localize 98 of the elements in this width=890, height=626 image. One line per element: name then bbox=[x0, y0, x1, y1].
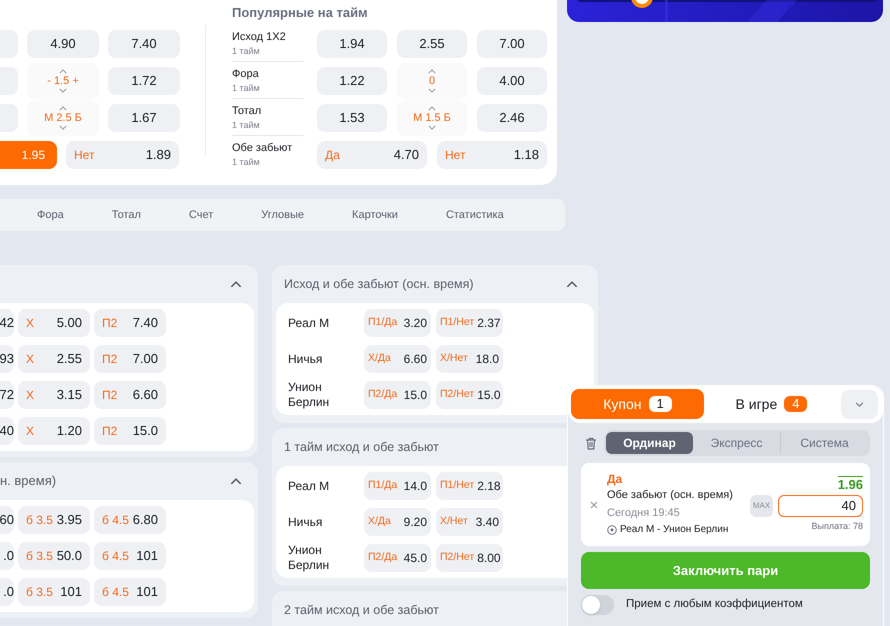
odds-button[interactable]: П2/Нет 8.00 bbox=[436, 544, 503, 572]
odds-button[interactable]: б 3.5 50.0 bbox=[18, 542, 90, 570]
market-name: Фора bbox=[232, 67, 260, 81]
odds-button[interactable]: Х/Да 9.20 bbox=[364, 508, 431, 536]
odds-button[interactable]: 4.00 bbox=[477, 66, 547, 94]
soccer-ball-icon bbox=[607, 524, 617, 534]
odds-button[interactable]: П2/Да 15.0 bbox=[364, 381, 431, 409]
odds-button[interactable]: X 2.55 bbox=[18, 345, 90, 373]
chevron-down-icon bbox=[855, 402, 864, 406]
odds-button[interactable]: П2 15.0 bbox=[94, 417, 166, 445]
panel-title: 1 тайм исход и обе забьют bbox=[284, 438, 439, 456]
payout-text: Выплата: 78 bbox=[812, 520, 863, 533]
team-name: Унион Берлин bbox=[288, 380, 330, 410]
chevron-up-icon bbox=[59, 106, 67, 111]
odds-button[interactable]: б 4.5 101 bbox=[94, 578, 166, 606]
odds-button[interactable]: .0 bbox=[0, 578, 14, 606]
odds-button[interactable]: 2.46 bbox=[477, 104, 547, 132]
toggle-switch[interactable] bbox=[581, 595, 614, 615]
odds-button[interactable]: б 4.5 101 bbox=[94, 542, 166, 570]
toggle-label: Прием с любым коэффициентом bbox=[626, 597, 803, 612]
team-name: Реал М bbox=[288, 316, 330, 330]
match-name: Реал М - Унион Берлин bbox=[620, 523, 728, 537]
team-name: Ничья bbox=[288, 514, 324, 530]
odds-button[interactable]: 4.90 bbox=[27, 30, 99, 58]
odds-button[interactable]: .0 bbox=[0, 542, 14, 570]
odds-button[interactable]: Да 4.70 bbox=[317, 140, 427, 168]
odds-button[interactable]: X 3.15 bbox=[18, 381, 90, 409]
market-name: Исход 1X2 bbox=[232, 30, 287, 44]
market-tab[interactable]: Карточки bbox=[352, 206, 398, 224]
chevron-up-icon bbox=[428, 68, 436, 74]
chevron-down-icon bbox=[59, 88, 67, 93]
close-icon bbox=[590, 500, 598, 508]
market-period: 1 тайм bbox=[232, 156, 261, 168]
odds-button[interactable]: П2/Да 45.0 bbox=[364, 544, 431, 572]
odds-button[interactable]: 60 bbox=[0, 506, 14, 534]
market-tab[interactable]: Фора bbox=[37, 206, 64, 224]
odds-button[interactable]: X 1.20 bbox=[18, 417, 90, 445]
odds-button[interactable]: Х/Да 6.60 bbox=[364, 345, 431, 373]
bet-type-tab[interactable]: Ординар bbox=[606, 432, 693, 454]
odds-button[interactable]: 1.72 bbox=[108, 67, 180, 95]
odds-button[interactable]: Х/Нет 3.40 bbox=[436, 508, 503, 536]
odds-button[interactable]: X 5.00 bbox=[18, 309, 90, 337]
odds-button[interactable]: 1.53 bbox=[317, 104, 387, 132]
odds-button[interactable]: 1.67 bbox=[108, 104, 180, 132]
market-period: 1 тайм bbox=[232, 45, 261, 57]
chevron-down-icon bbox=[59, 125, 67, 130]
bet-type-tab[interactable]: Система bbox=[780, 432, 868, 454]
market-tab[interactable]: Тотал bbox=[112, 206, 141, 224]
market-tab[interactable]: Счет bbox=[188, 206, 214, 224]
chevron-down-icon bbox=[428, 88, 436, 92]
odds-button[interactable]: П2 6.60 bbox=[94, 381, 166, 409]
collapse-button[interactable] bbox=[841, 390, 878, 418]
bet-time: Сегодня 19:45 bbox=[607, 506, 681, 521]
team-name: Реал М bbox=[288, 478, 330, 494]
odds-button[interactable]: б 4.5 6.80 bbox=[94, 506, 166, 534]
market-name: Обе забьют bbox=[232, 141, 294, 155]
odds-button[interactable]: 72 bbox=[0, 381, 14, 409]
market-name: Тотал bbox=[232, 104, 262, 118]
odds-button[interactable]: 40 bbox=[0, 417, 14, 445]
bet-type-tab[interactable]: Экспресс bbox=[693, 432, 780, 454]
odds-button[interactable]: П1/Нет 2.37 bbox=[436, 309, 503, 337]
panel-title: н. время) bbox=[0, 472, 56, 490]
team-name: Унион Берлин bbox=[288, 543, 330, 573]
panel-title: Исход и обе забьют (осн. время) bbox=[284, 276, 474, 293]
chevron-up-icon bbox=[428, 106, 436, 110]
odds-button[interactable]: 42 bbox=[0, 309, 14, 337]
market-tab[interactable]: Угловые bbox=[261, 206, 304, 224]
market-period: 1 тайм bbox=[232, 119, 261, 131]
odds-button[interactable]: П2 7.00 bbox=[94, 345, 166, 373]
odds-button[interactable]: Х/Нет 18.0 bbox=[436, 345, 503, 373]
odds-button[interactable]: б 3.5 101 bbox=[18, 578, 90, 606]
odds-button[interactable]: П2/Нет 15.0 bbox=[436, 381, 503, 409]
market-tab[interactable]: Статистика bbox=[446, 206, 504, 224]
chevron-down-icon bbox=[428, 124, 436, 130]
coupon-tab[interactable]: Купон 1 bbox=[571, 389, 704, 419]
chevron-up-icon bbox=[59, 69, 67, 74]
team-name: Ничья bbox=[288, 352, 324, 366]
odds-button[interactable]: 1.22 bbox=[317, 66, 387, 94]
section-title: Популярные на тайм bbox=[232, 4, 369, 22]
odds-button[interactable]: б 3.5 3.95 bbox=[18, 506, 90, 534]
odds-button[interactable]: 2.55 bbox=[397, 30, 467, 58]
odds-button[interactable]: Нет 1.18 bbox=[437, 140, 547, 168]
trash-icon bbox=[585, 436, 597, 450]
bet-odds: 1.96 bbox=[838, 476, 863, 493]
odds-button[interactable]: П2 7.40 bbox=[94, 309, 166, 337]
odds-button[interactable]: Нет 1.89 bbox=[66, 141, 179, 169]
odds-button[interactable]: П1/Нет 2.18 bbox=[436, 472, 503, 500]
odds-button[interactable]: 1.94 bbox=[317, 30, 387, 58]
bet-market: Обе забьют (осн. время) bbox=[607, 488, 734, 503]
odds-button[interactable]: 93 bbox=[0, 345, 14, 373]
market-period: 1 тайм bbox=[232, 82, 261, 94]
odds-button[interactable]: П1/Да 14.0 bbox=[364, 472, 431, 500]
odds-button[interactable]: 7.40 bbox=[108, 30, 180, 58]
odds-button[interactable]: П1/Да 3.20 bbox=[364, 309, 431, 337]
odds-button[interactable]: 7.00 bbox=[477, 30, 547, 58]
stake-field[interactable]: 40 bbox=[778, 494, 863, 517]
bet-pick: Да bbox=[607, 472, 624, 487]
panel-title: 2 тайм исход и обе забьют bbox=[284, 602, 439, 619]
